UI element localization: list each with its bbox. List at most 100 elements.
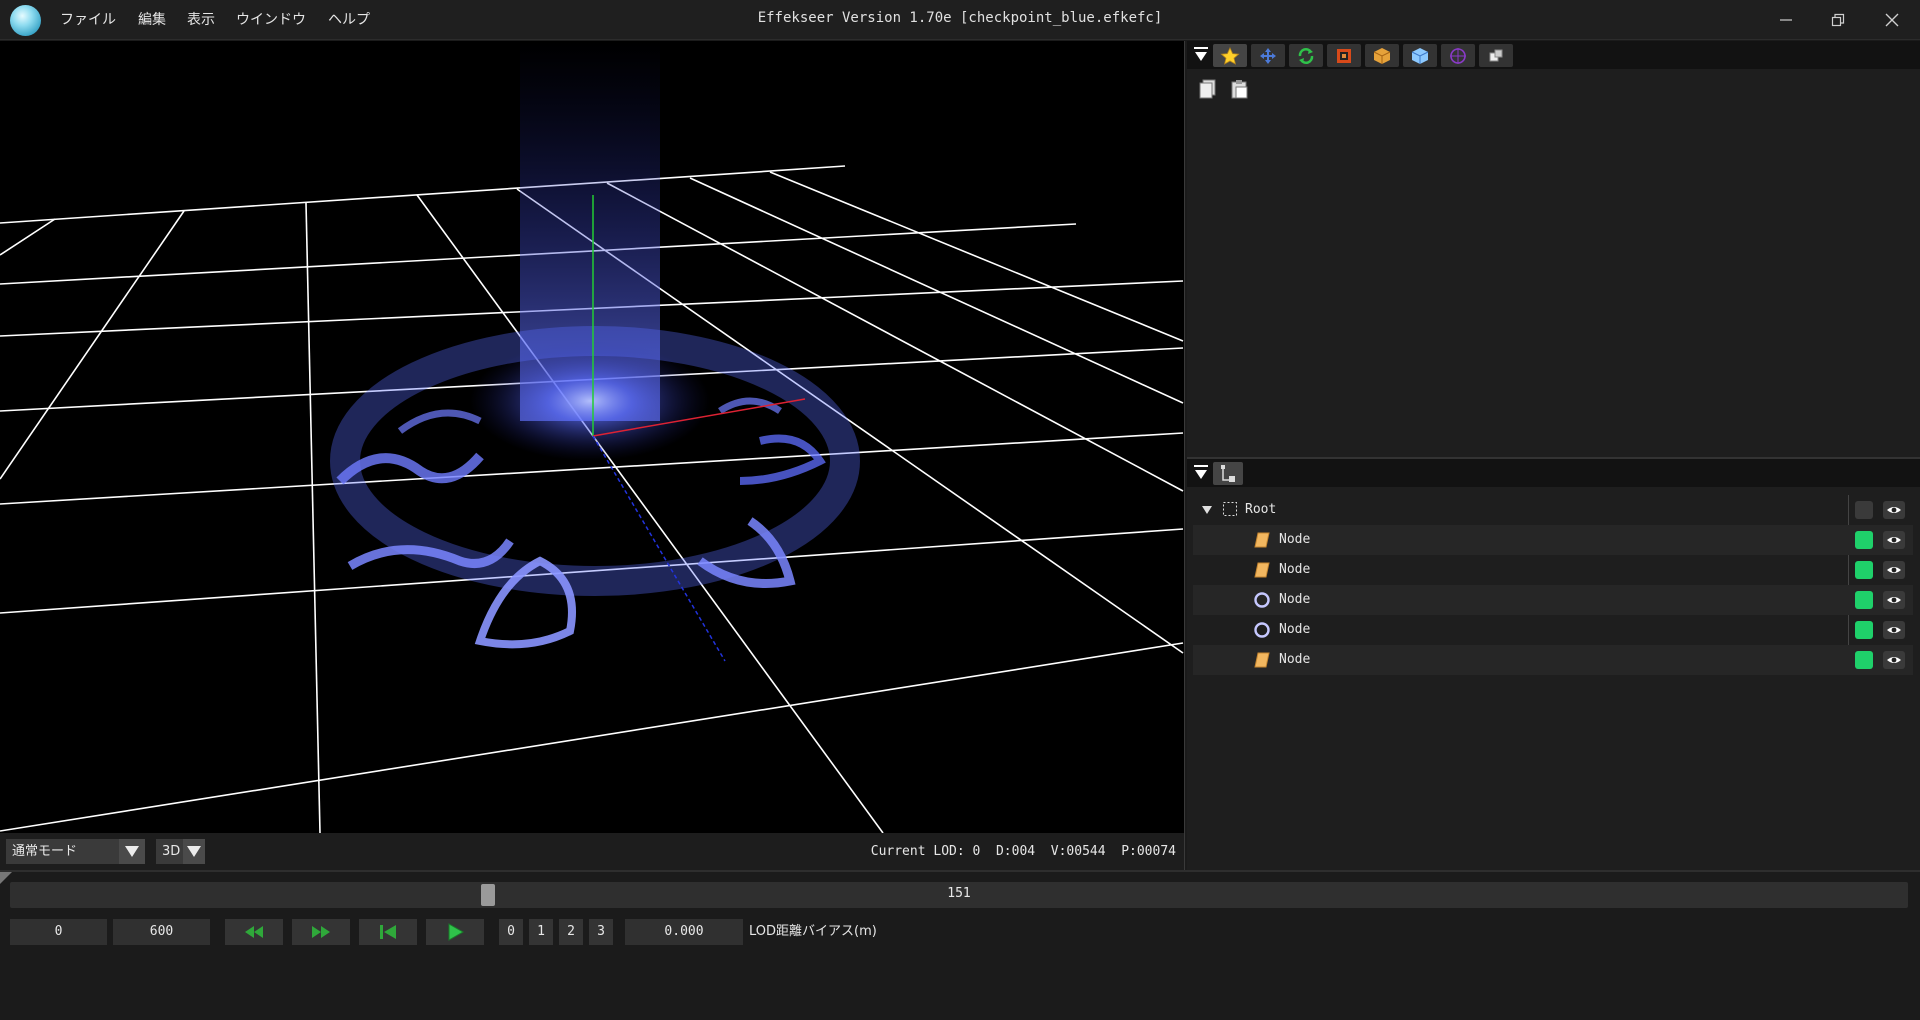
render-mode-select[interactable]: 通常モード [6,839,145,864]
visibility-toggle[interactable] [1855,561,1873,579]
rewind-icon [245,926,263,938]
restore-icon [1831,13,1845,27]
eye-icon [1887,657,1901,663]
chevron-down-icon [183,839,205,864]
lod-bias-field[interactable]: 0.000 [625,919,743,945]
eye-toggle[interactable] [1883,621,1905,639]
close-button[interactable] [1866,0,1918,40]
root-frame-icon [1223,502,1237,516]
blocks-tab[interactable] [1479,44,1513,67]
visibility-toggle[interactable] [1855,621,1873,639]
fast-forward-button[interactable] [292,919,350,945]
box-icon [1373,47,1391,64]
refresh-icon [1298,47,1314,64]
end-frame-field[interactable]: 600 [113,919,210,945]
ring-node-icon [1254,592,1270,608]
lod-bias-label: LOD距離バイアス(m) [749,924,877,939]
visibility-toggle[interactable] [1855,591,1873,609]
viewport-scene [0,41,1184,833]
start-frame-field[interactable]: 0 [10,919,107,945]
ring-node-icon [1254,622,1270,638]
property-panel-header [1187,41,1920,69]
lod-button-2[interactable]: 2 [559,919,583,945]
title-bar: ファイル 編集 表示 ウインドウ ヘルプ Effekseer Version 1… [0,0,1920,40]
refresh-tab[interactable] [1289,44,1323,67]
sprite-node-icon [1254,532,1270,548]
node-tree-icon [1221,464,1235,482]
tree-label-node: Node [1279,592,1311,607]
move-tab[interactable] [1251,44,1285,67]
target-tab[interactable] [1441,44,1475,67]
panel-menu-icon[interactable] [1193,465,1209,485]
menu-window[interactable]: ウインドウ [236,9,306,31]
view-mode-value: 3D [162,844,181,859]
eye-toggle[interactable] [1883,651,1905,669]
gizmo-z-axis [592,435,726,662]
tree-label-node: Node [1279,652,1311,667]
lod-button-3[interactable]: 3 [589,919,613,945]
move-icon [1260,47,1276,64]
node-tree-tab[interactable] [1213,462,1243,485]
box-tab[interactable] [1365,44,1399,67]
play-icon [448,923,464,941]
eye-toggle[interactable] [1883,531,1905,549]
stop-tab[interactable] [1327,44,1361,67]
cube-tab[interactable] [1403,44,1437,67]
menu-help[interactable]: ヘルプ [328,9,370,31]
property-panel [1187,41,1920,457]
eye-toggle[interactable] [1883,501,1905,519]
target-icon [1450,47,1466,64]
eye-toggle[interactable] [1883,561,1905,579]
stop-icon [1337,48,1351,63]
panel-menu-icon[interactable] [1193,47,1209,67]
tree-label-node: Node [1279,532,1311,547]
frame-slider[interactable]: 151 [10,882,1908,908]
minimize-button[interactable] [1760,0,1812,40]
visibility-toggle[interactable] [1855,531,1873,549]
menu-view[interactable]: 表示 [187,9,215,31]
menu-file[interactable]: ファイル [60,9,116,31]
copy-icon [1199,79,1216,99]
visibility-toggle[interactable] [1855,501,1873,519]
paste-button[interactable] [1229,78,1251,100]
play-button[interactable] [426,919,484,945]
timeline-panel: 151 0 600 0 1 2 3 0.000 LOD距離バイアス(m) [0,870,1920,1020]
lod-stats: Current LOD: 0 D:004 V:00544 P:00074 [870,844,1176,859]
star-icon [1220,46,1240,65]
eye-toggle[interactable] [1883,591,1905,609]
render-mode-value: 通常モード [12,844,78,859]
node-tree-panel: Root Node Node Node Node Node [1187,457,1920,870]
star-tab[interactable] [1213,44,1247,67]
tree-row-node[interactable]: Node [1193,585,1913,615]
tree-row-root[interactable]: Root [1193,495,1913,675]
visibility-toggle[interactable] [1855,651,1873,669]
restore-button[interactable] [1812,0,1864,40]
rewind-button[interactable] [225,919,283,945]
tree-row-node[interactable]: Node [1193,615,1913,645]
copy-button[interactable] [1197,78,1219,100]
tree-label-node: Node [1279,562,1311,577]
blocks-icon [1489,49,1503,61]
expand-arrow-icon[interactable] [1201,504,1213,516]
lod-button-0[interactable]: 0 [499,919,523,945]
3d-viewport[interactable] [0,41,1185,833]
tree-label-node: Node [1279,622,1311,637]
tree-label-root: Root [1245,502,1277,517]
fast-forward-icon [312,926,330,938]
node-tree-header [1187,459,1920,487]
tree-row-node[interactable]: Node [1193,645,1913,675]
cube-icon [1411,47,1429,64]
close-icon [1885,13,1899,27]
app-logo [10,5,41,36]
paste-icon [1231,80,1248,99]
tree-row-node[interactable]: Node [1193,555,1913,585]
eye-icon [1887,567,1901,573]
lod-button-1[interactable]: 1 [529,919,553,945]
tree-row-node[interactable]: Node [1193,525,1913,555]
skip-to-start-button[interactable] [359,919,417,945]
menu-edit[interactable]: 編集 [138,9,166,31]
view-mode-select[interactable]: 3D [156,839,205,864]
sprite-node-icon [1254,562,1270,578]
viewport-status-bar: 通常モード 3D Current LOD: 0 D:004 V:00544 P:… [0,833,1185,870]
current-frame-label: 151 [947,886,971,901]
